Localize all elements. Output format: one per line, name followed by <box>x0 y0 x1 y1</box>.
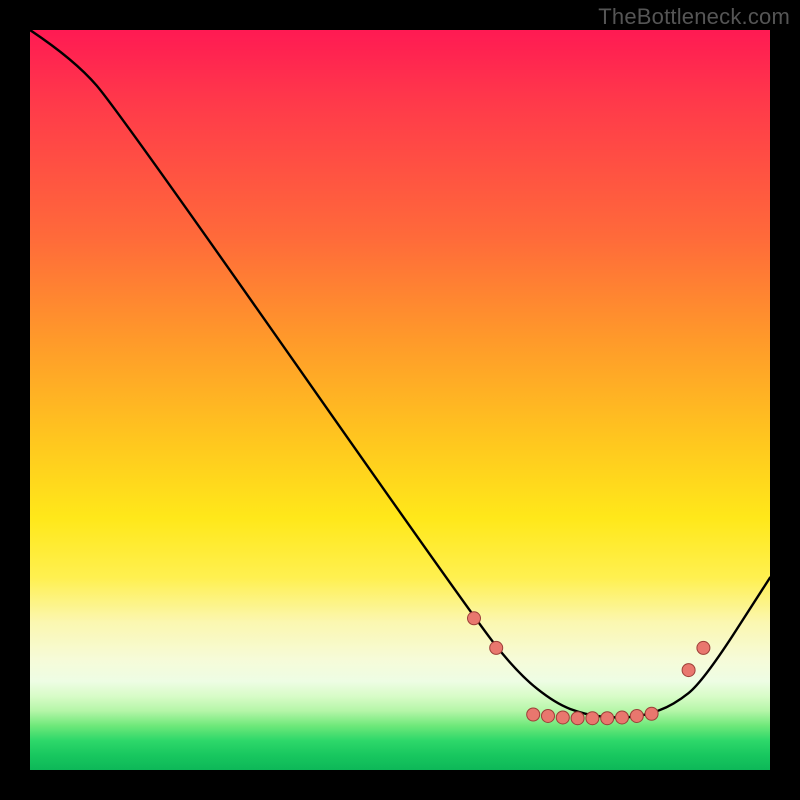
curve-dot <box>645 707 658 720</box>
curve-layer <box>30 30 770 770</box>
curve-dot <box>527 708 540 721</box>
curve-dot <box>490 641 503 654</box>
bottleneck-curve <box>30 30 770 718</box>
watermark-text: TheBottleneck.com <box>598 4 790 30</box>
curve-dot <box>601 712 614 725</box>
curve-dot <box>682 664 695 677</box>
curve-dot <box>586 712 599 725</box>
curve-dot <box>542 709 555 722</box>
curve-dot <box>468 612 481 625</box>
curve-dot <box>630 709 643 722</box>
curve-dot <box>697 641 710 654</box>
curve-dot <box>616 711 629 724</box>
curve-dots <box>468 612 710 725</box>
plot-area <box>30 30 770 770</box>
curve-dot <box>556 711 569 724</box>
chart-frame: TheBottleneck.com <box>0 0 800 800</box>
curve-dot <box>571 712 584 725</box>
